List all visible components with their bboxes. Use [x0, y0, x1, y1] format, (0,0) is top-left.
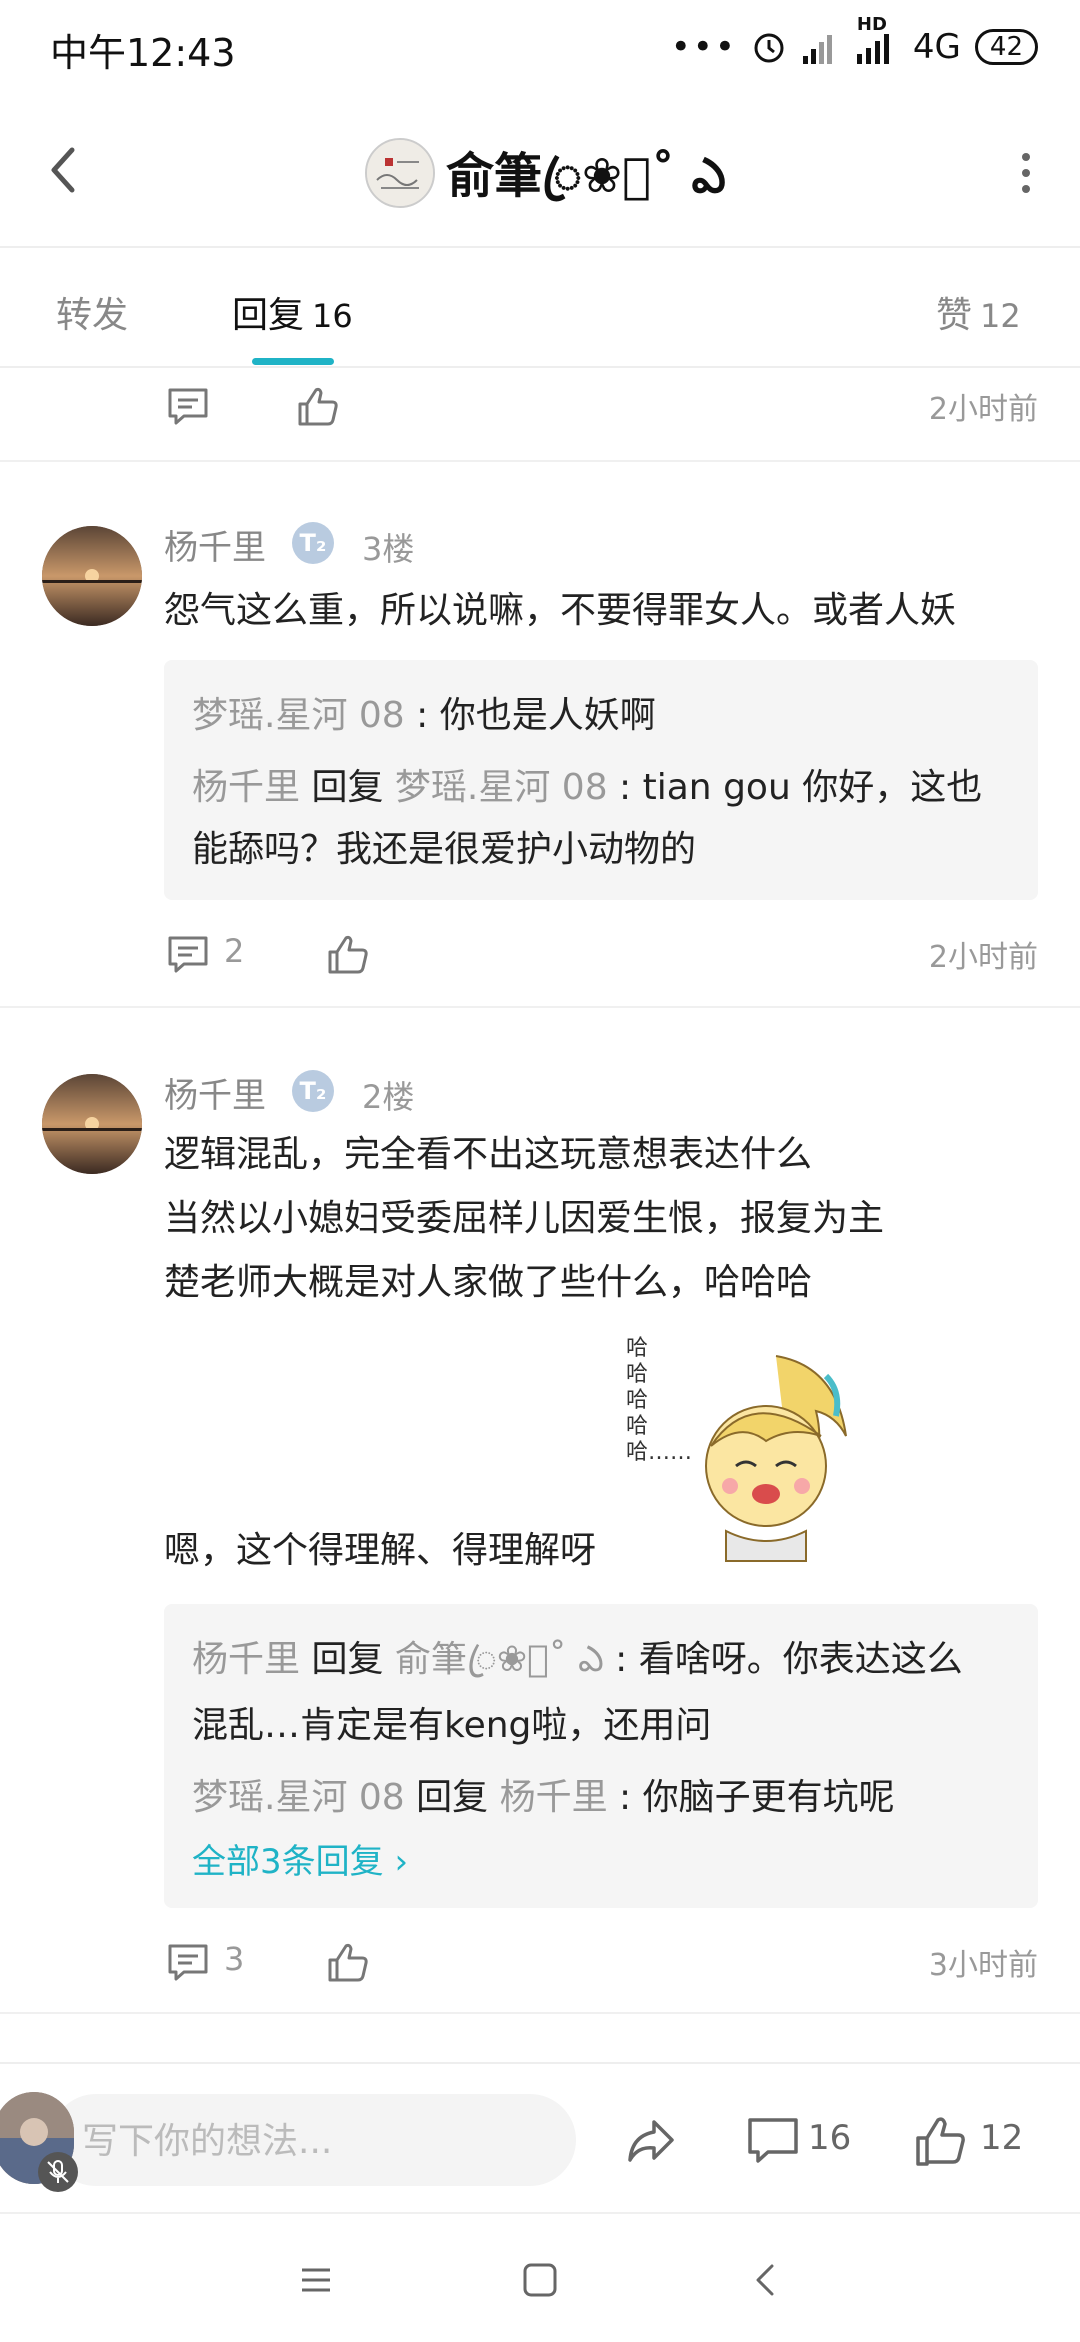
tab-bar: 转发 回复 16 赞 12: [0, 246, 1080, 368]
level-badge: T₂: [292, 522, 334, 564]
reply-box[interactable]: 梦瑶.星河 08 : 你也是人妖啊 杨千里 回复 梦瑶.星河 08 : tian…: [164, 660, 1038, 900]
more-options-icon[interactable]: [1014, 148, 1038, 198]
alarm-icon: [754, 33, 784, 63]
network-type: 4G: [912, 27, 961, 67]
comment-actions: 2小时前: [0, 372, 1080, 442]
comment-text-line: 嗯，这个得理解、得理解呀: [164, 1530, 597, 1571]
tab-like[interactable]: 赞 12: [936, 286, 1021, 338]
reply-line: 梦瑶.星河 08 回复 杨千里 : 你脑子更有坑呢: [192, 1777, 895, 1818]
header: 俞筆ꦿ❀ꦿ˚ ఎ: [0, 96, 1080, 246]
author-name[interactable]: 俞筆ꦿ❀ꦿ˚ ఎ: [446, 136, 726, 236]
tab-forward[interactable]: 转发: [56, 286, 128, 338]
reply-line: 杨千里 回复 俞筆ꦿ❀ꦿ˚ ఎ : 看啥呀。你表达这么: [192, 1639, 963, 1680]
divider: [0, 1006, 1080, 1008]
floor-number: 2楼: [362, 1078, 415, 1116]
comment-time: 2小时前: [928, 392, 1038, 427]
more-dots-icon: •••: [670, 27, 737, 67]
comment-input[interactable]: [80, 2094, 564, 2188]
thumbs-up-icon[interactable]: [914, 2114, 968, 2168]
comment-text-line: 楚老师大概是对人家做了些什么，哈哈哈: [164, 1262, 813, 1303]
tab-reply[interactable]: 回复 16: [232, 286, 353, 338]
comment-count: 2: [224, 932, 245, 970]
reply-line-continued: 能舔吗？我还是很爱护小动物的: [192, 829, 697, 870]
commenter-name[interactable]: 杨千里: [164, 1068, 266, 1117]
signal-icon: [802, 35, 832, 64]
comment-actions: 3 3小时前: [0, 1928, 1080, 1998]
home-icon[interactable]: [518, 2258, 562, 2302]
comment-icon[interactable]: [166, 1940, 210, 1984]
commenter-name[interactable]: 杨千里: [164, 520, 266, 569]
comment-icon[interactable]: [746, 2114, 800, 2168]
author-avatar[interactable]: [365, 138, 435, 208]
reply-line-continued: 混乱…肯定是有keng啦，还用问: [192, 1705, 712, 1746]
divider: [0, 460, 1080, 462]
bottom-action-bar: 16 12: [0, 2062, 1080, 2214]
user-avatar[interactable]: [42, 526, 142, 626]
reply-count: 16: [312, 297, 353, 335]
status-bar: 中午12:43 ••• HD 4G 42: [0, 0, 1080, 96]
like-count: 12: [980, 297, 1021, 335]
comment-time: 3小时前: [928, 1948, 1038, 1983]
reply-line: 梦瑶.星河 08 : 你也是人妖啊: [192, 695, 656, 736]
back-arrow-icon[interactable]: [36, 140, 96, 200]
divider: [0, 2012, 1080, 2014]
total-like-count: 12: [980, 2118, 1024, 2158]
comment-icon[interactable]: [166, 932, 210, 976]
compose-box[interactable]: [50, 2094, 576, 2188]
comment-text-line: 逻辑混乱，完全看不出这玩意想表达什么: [164, 1134, 813, 1175]
back-icon[interactable]: [744, 2258, 788, 2302]
system-nav-bar: [0, 2212, 1080, 2342]
reply-line: 杨千里 回复 梦瑶.星河 08 : tian gou 你好，这也: [192, 767, 983, 808]
thumbs-up-icon[interactable]: [326, 932, 370, 976]
level-badge: T₂: [292, 1070, 334, 1112]
total-comment-count: 16: [808, 2118, 852, 2158]
comment-text: 怨气这么重，所以说嘛，不要得罪女人。或者人妖: [164, 590, 957, 631]
comment-text-line: 当然以小媳妇受委屈样儿因爱生恨，报复为主: [164, 1198, 885, 1239]
comment-count: 3: [224, 1940, 245, 1978]
voice-off-icon[interactable]: [38, 2152, 78, 2192]
status-icons: ••• HD 4G 42: [670, 14, 1038, 72]
user-avatar[interactable]: [42, 1074, 142, 1174]
comment-actions: 2 2小时前: [0, 920, 1080, 990]
thumbs-up-icon[interactable]: [326, 1940, 370, 1984]
menu-icon[interactable]: [294, 2258, 338, 2302]
signal-hd-icon: HD: [855, 14, 899, 64]
reply-box[interactable]: 杨千里 回复 俞筆ꦿ❀ꦿ˚ ఎ : 看啥呀。你表达这么 混乱…肯定是有keng啦…: [164, 1604, 1038, 1908]
battery-indicator: 42: [974, 29, 1038, 65]
comment-icon[interactable]: [166, 384, 210, 428]
floor-number: 3楼: [362, 530, 415, 568]
share-icon[interactable]: [624, 2114, 678, 2168]
sticker-caption: 哈哈哈哈哈……: [626, 1336, 693, 1465]
status-time: 中午12:43: [50, 31, 236, 75]
active-tab-indicator: [252, 358, 334, 365]
comment-time: 2小时前: [928, 940, 1038, 975]
view-all-replies-link[interactable]: 全部3条回复 ›: [192, 1830, 1012, 1894]
thumbs-up-icon[interactable]: [296, 384, 340, 428]
